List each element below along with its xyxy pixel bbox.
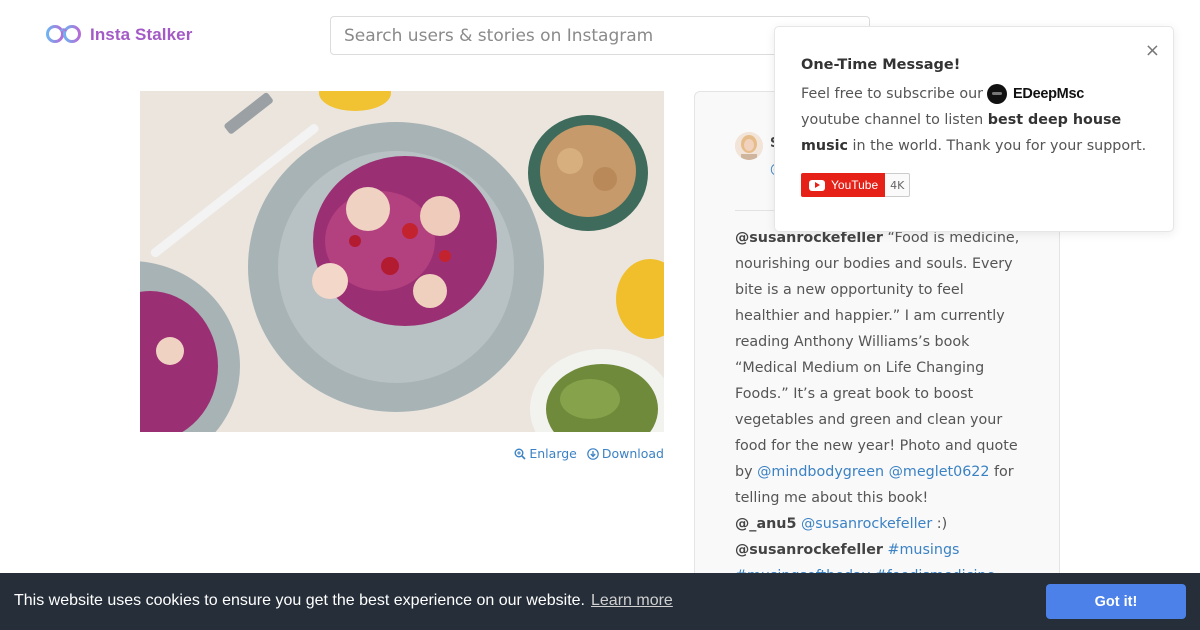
enlarge-label: Enlarge (529, 446, 577, 461)
infinity-glasses-icon (45, 22, 82, 48)
magnifier-icon (514, 448, 526, 460)
youtube-subscribe-widget: YouTube 4K (801, 173, 911, 197)
popup-title: One-Time Message! (801, 57, 961, 73)
youtube-play-icon (809, 179, 825, 191)
hashtag[interactable]: #musings (888, 542, 960, 558)
enlarge-link[interactable]: Enlarge (514, 446, 577, 461)
photo-actions: Enlarge Download (514, 446, 664, 461)
youtube-subscribe-button[interactable]: YouTube (801, 173, 886, 197)
cookie-message-wrap: This website uses cookies to ensure you … (14, 592, 673, 610)
popup-text: youtube channel to listen (801, 112, 984, 128)
download-icon (587, 447, 599, 460)
logo-text: Insta Stalker (90, 25, 193, 44)
comment-author[interactable]: @susanrockefeller (735, 542, 883, 558)
subscriber-count: 4K (885, 173, 911, 197)
comment-text: :) (932, 516, 948, 532)
youtube-label: YouTube (831, 178, 879, 192)
post-photo[interactable] (140, 91, 664, 432)
popup-text: Feel free to subscribe our (801, 86, 984, 102)
learn-more-link[interactable]: Learn more (591, 592, 673, 609)
cookie-banner: This website uses cookies to ensure you … (0, 573, 1200, 630)
comment-author[interactable]: @_anu5 (735, 516, 796, 532)
caption-mention[interactable]: @meglet0622 (889, 464, 990, 480)
site-logo[interactable]: Insta Stalker (45, 22, 192, 48)
brand-icon (987, 84, 1008, 104)
one-time-message-popup: × One-Time Message! Feel free to subscri… (774, 26, 1174, 232)
comment-mention[interactable]: @susanrockefeller (801, 516, 932, 532)
cookie-message: This website uses cookies to ensure you … (14, 592, 585, 609)
caption-author[interactable]: @susanrockefeller (735, 230, 883, 246)
brand-logo[interactable]: EDeepMsc (987, 81, 1084, 107)
accept-cookies-button[interactable]: Got it! (1046, 584, 1186, 619)
download-link[interactable]: Download (587, 446, 664, 461)
post-caption: @susanrockefeller “Food is medicine, nou… (735, 225, 1025, 589)
caption-mention[interactable]: @mindbodygreen (757, 464, 884, 480)
popup-text: in the world. Thank you for your support… (852, 138, 1147, 154)
popup-body: Feel free to subscribe our EDeepMsc youtu… (801, 81, 1151, 159)
close-icon[interactable]: × (1145, 42, 1160, 60)
caption-text: “Food is medicine, nourishing our bodies… (735, 230, 1020, 480)
author-avatar[interactable] (735, 132, 763, 160)
brand-name: EDeepMsc (1013, 86, 1084, 102)
download-label: Download (601, 446, 664, 461)
